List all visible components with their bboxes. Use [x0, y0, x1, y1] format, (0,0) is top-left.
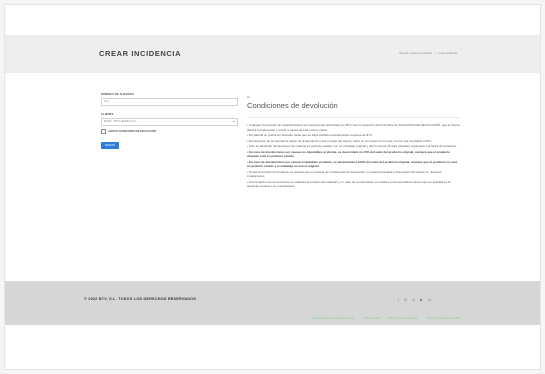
social-links: f ✆ ◎ ▶ in	[398, 298, 431, 302]
condition-paragraph: • El material no podrá ser devuelto hast…	[247, 133, 373, 137]
breadcrumb: Área de empresa de clientes | Crear inci…	[399, 52, 457, 55]
linkedin-icon[interactable]: in	[428, 298, 431, 302]
instagram-icon[interactable]: ◎	[412, 298, 415, 302]
submit-button[interactable]: ENVIAR	[101, 142, 119, 149]
whatsapp-icon[interactable]: ✆	[404, 298, 407, 302]
footer-link-aviso-legal[interactable]: AVISO LEGAL	[363, 317, 380, 320]
conditions-number: 01	[247, 95, 251, 99]
albaran-input[interactable]: 123_	[101, 98, 238, 106]
conditions-panel: 01 Condiciones de devolución • Cualquier…	[247, 95, 460, 190]
conditions-checkbox[interactable]	[101, 129, 106, 134]
footer-link-privacidad[interactable]: POLÍTICA DE PRIVACIDAD	[426, 317, 460, 320]
albaran-label: NÚMERO DE ALBARÁN	[101, 93, 134, 96]
page: CREAR INCIDENCIA Área de empresa de clie…	[4, 4, 541, 370]
condition-paragraph: • A la recepción de la mercancía se real…	[247, 179, 451, 189]
condition-paragraph: • Si tras la revisión del producto se de…	[247, 169, 442, 179]
condition-paragraph-bold: • En caso de devoluciones por causas imp…	[247, 159, 458, 169]
conditions-checkbox-row: ACEPTO CONDICIONES DE DEVOLUCIÓN	[101, 129, 236, 134]
breadcrumb-separator: |	[434, 52, 436, 55]
incidence-form: NÚMERO DE ALBARÁN 123_ CLIENTE 82345 - B…	[101, 93, 238, 149]
footer-links: CONDICIONES DE DEVOLUCIÓN AVISO LEGAL PO…	[290, 306, 460, 324]
facebook-icon[interactable]: f	[398, 298, 399, 302]
youtube-icon[interactable]: ▶	[420, 298, 423, 302]
footer-link-devolucion[interactable]: CONDICIONES DE DEVOLUCIÓN	[312, 317, 354, 320]
conditions-checkbox-label: ACEPTO CONDICIONES DE DEVOLUCIÓN	[108, 130, 157, 133]
conditions-divider	[247, 117, 460, 118]
condition-paragraph: • El transporte de la mercancía objeto d…	[247, 138, 432, 143]
page-header: CREAR INCIDENCIA Área de empresa de clie…	[5, 35, 540, 73]
breadcrumb-item-area[interactable]: Área de empresa de clientes	[399, 52, 432, 55]
cliente-select[interactable]: 82345 - BTVLUMINICA S.L.	[101, 118, 238, 126]
page-title: CREAR INCIDENCIA	[99, 49, 182, 58]
copyright-text: © 2022 BTV, S.L. TODOS LOS DERECHOS RESE…	[84, 297, 197, 301]
condition-paragraph: • Solo se admitirán devoluciones de mate…	[247, 144, 457, 148]
conditions-title: Condiciones de devolución	[247, 101, 338, 110]
condition-paragraph-bold: • En caso de devoluciones por causas no …	[247, 149, 450, 159]
footer-link-cookies[interactable]: POLÍTICA DE COOKIES	[388, 317, 418, 320]
page-footer: © 2022 BTV, S.L. TODOS LOS DERECHOS RESE…	[5, 281, 540, 325]
cliente-label: CLIENTE	[101, 113, 114, 116]
breadcrumb-item-current[interactable]: Crear incidencia	[438, 52, 457, 55]
condition-paragraph: • Cualquier devolución de material deber…	[247, 123, 460, 132]
